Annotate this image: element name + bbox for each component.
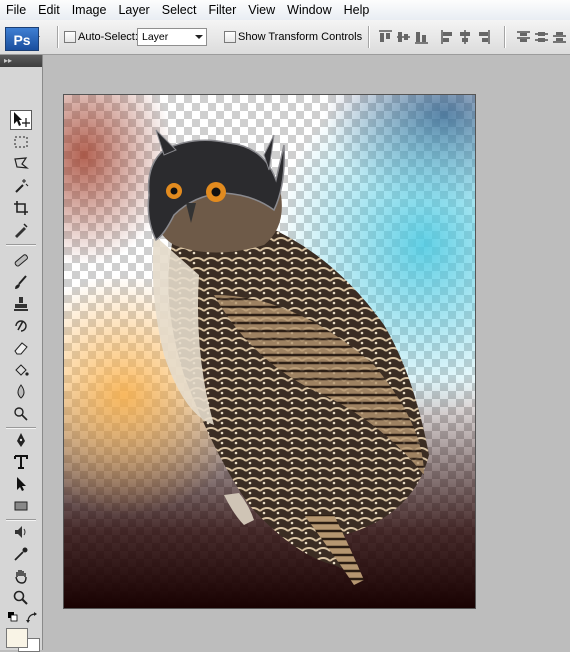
clone-stamp-tool[interactable] bbox=[10, 294, 32, 314]
document-canvas[interactable] bbox=[63, 94, 476, 609]
rectangle-tool[interactable] bbox=[10, 496, 32, 516]
menu-help[interactable]: Help bbox=[338, 0, 376, 20]
show-transform-checkbox[interactable] bbox=[224, 31, 236, 43]
path-selection-icon bbox=[17, 477, 26, 491]
move-tool[interactable] bbox=[10, 110, 32, 130]
options-bar: Auto-Select: Layer Show Transform Contro… bbox=[0, 20, 570, 55]
eraser-icon bbox=[14, 342, 28, 355]
menu-bar: File Edit Image Layer Select Filter View… bbox=[0, 0, 570, 21]
distribute-vertical-centers-icon[interactable] bbox=[534, 30, 549, 44]
auto-select-dropdown[interactable]: Layer bbox=[137, 28, 207, 46]
healing-brush-tool[interactable] bbox=[10, 250, 32, 270]
eraser-tool[interactable] bbox=[10, 338, 32, 358]
menu-view[interactable]: View bbox=[242, 0, 281, 20]
foreground-color-swatch[interactable] bbox=[6, 628, 28, 648]
type-tool[interactable] bbox=[10, 452, 32, 472]
tools-separator bbox=[6, 519, 36, 521]
auto-select-label: Auto-Select: bbox=[78, 31, 138, 43]
eyedropper-tool[interactable] bbox=[10, 544, 32, 564]
menu-layer[interactable]: Layer bbox=[112, 0, 155, 20]
menu-file[interactable]: File bbox=[0, 0, 32, 20]
tools-panel-header[interactable]: ▸▸ bbox=[0, 55, 42, 67]
rectangular-marquee-tool[interactable] bbox=[10, 132, 32, 152]
menu-filter[interactable]: Filter bbox=[202, 0, 242, 20]
magic-wand-tool[interactable] bbox=[10, 176, 32, 196]
magnifier-icon bbox=[13, 590, 28, 605]
tools-separator bbox=[6, 244, 36, 246]
marquee-icon bbox=[14, 136, 28, 148]
auto-select-value: Layer bbox=[142, 31, 169, 43]
type-t-icon bbox=[14, 455, 28, 469]
rectangle-shape-icon bbox=[14, 501, 28, 511]
swap-colors-icon[interactable] bbox=[26, 612, 38, 624]
align-left-edges-icon[interactable] bbox=[440, 30, 455, 44]
pen-tool[interactable] bbox=[10, 430, 32, 450]
menu-image[interactable]: Image bbox=[66, 0, 113, 20]
distribute-bottom-icon[interactable] bbox=[552, 30, 567, 44]
eyedropper-slice-icon bbox=[15, 223, 28, 238]
slice-tool[interactable] bbox=[10, 220, 32, 240]
menu-window[interactable]: Window bbox=[281, 0, 337, 20]
brush-icon bbox=[15, 275, 27, 289]
auto-select-checkbox[interactable] bbox=[64, 31, 76, 43]
stamp-icon bbox=[14, 297, 28, 311]
menu-edit[interactable]: Edit bbox=[32, 0, 66, 20]
dodge-icon bbox=[14, 407, 28, 421]
magic-wand-icon bbox=[15, 179, 29, 193]
dropdown-arrow-icon bbox=[195, 35, 203, 39]
photoshop-logo[interactable]: Ps bbox=[5, 27, 39, 51]
history-brush-icon bbox=[15, 320, 27, 332]
history-brush-tool[interactable] bbox=[10, 316, 32, 336]
align-right-edges-icon[interactable] bbox=[476, 30, 491, 44]
crop-tool[interactable] bbox=[10, 198, 32, 218]
path-selection-tool[interactable] bbox=[10, 474, 32, 494]
eyedropper-icon bbox=[14, 547, 28, 561]
show-transform-label: Show Transform Controls bbox=[238, 31, 363, 43]
lasso-tool[interactable] bbox=[10, 154, 32, 174]
audio-annotation-icon bbox=[15, 526, 26, 538]
align-vertical-centers-icon[interactable] bbox=[396, 30, 411, 44]
bandage-icon bbox=[14, 254, 28, 267]
zoom-tool[interactable] bbox=[10, 588, 32, 608]
polygonal-lasso-icon bbox=[14, 157, 29, 169]
menu-select[interactable]: Select bbox=[156, 0, 203, 20]
hand-tool[interactable] bbox=[10, 566, 32, 586]
pen-icon bbox=[17, 433, 25, 447]
paint-bucket-icon bbox=[15, 364, 29, 376]
owl-illustration bbox=[147, 129, 429, 585]
options-separator bbox=[368, 26, 370, 48]
align-bottom-edges-icon[interactable] bbox=[414, 30, 429, 44]
notes-tool[interactable] bbox=[10, 522, 32, 542]
options-separator bbox=[57, 26, 59, 48]
crop-icon bbox=[14, 201, 28, 215]
align-top-edges-icon[interactable] bbox=[378, 30, 393, 44]
brush-tool[interactable] bbox=[10, 272, 32, 292]
dodge-tool[interactable] bbox=[10, 404, 32, 424]
options-separator bbox=[504, 26, 506, 48]
distribute-top-icon[interactable] bbox=[516, 30, 531, 44]
tools-separator bbox=[6, 427, 36, 429]
move-icon bbox=[14, 112, 30, 127]
default-colors-icon[interactable] bbox=[8, 612, 18, 622]
blur-tool[interactable] bbox=[10, 382, 32, 402]
hand-icon bbox=[15, 570, 27, 584]
align-horizontal-centers-icon[interactable] bbox=[458, 30, 473, 44]
paint-bucket-tool[interactable] bbox=[10, 360, 32, 380]
blur-drop-icon bbox=[17, 384, 25, 399]
